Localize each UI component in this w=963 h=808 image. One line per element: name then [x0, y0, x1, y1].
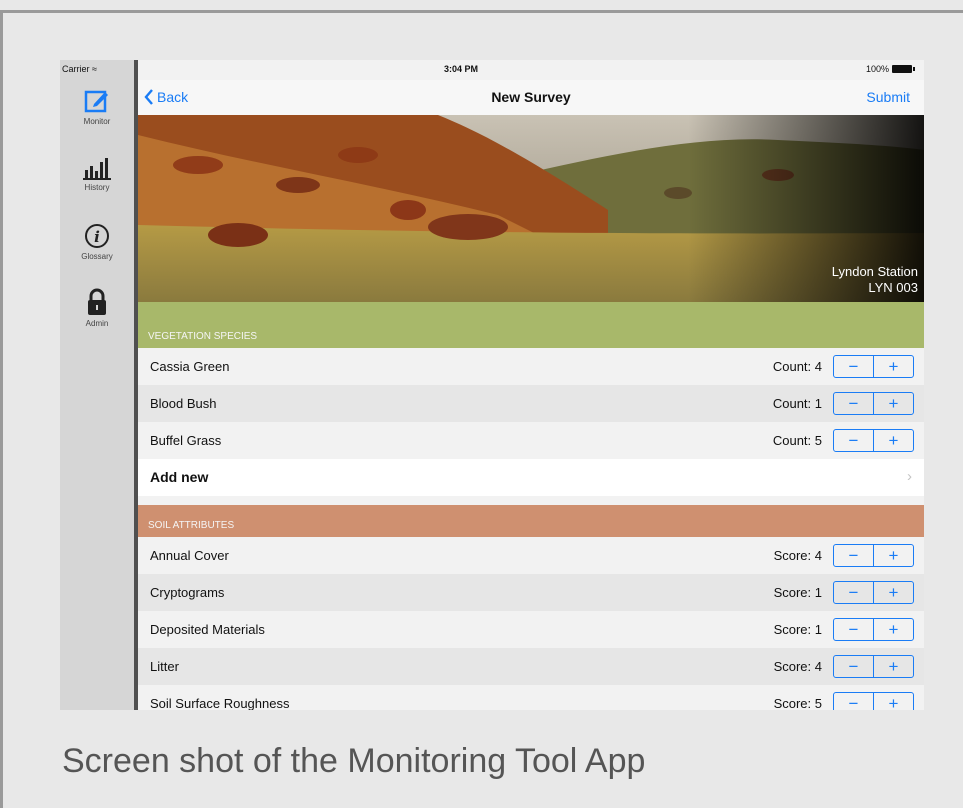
tab-glossary[interactable]: i Glossary: [60, 223, 134, 261]
increment-button[interactable]: +: [873, 545, 913, 566]
tab-history-label: History: [84, 183, 110, 192]
species-count: Count: 5: [772, 433, 822, 448]
station-caption: Lyndon Station LYN 003: [832, 264, 918, 296]
station-name: Lyndon Station: [831, 264, 918, 279]
count-stepper: − +: [833, 429, 914, 452]
add-new-label: Add new: [150, 469, 209, 485]
increment-button[interactable]: +: [873, 430, 913, 451]
chevron-right-icon: ›: [907, 468, 912, 485]
score-stepper: − +: [833, 692, 914, 710]
svg-text:i: i: [94, 228, 100, 246]
tab-sidebar: Monitor History i Glossary Admin: [60, 60, 134, 710]
tab-admin[interactable]: Admin: [60, 288, 134, 328]
increment-button[interactable]: +: [873, 582, 913, 603]
landscape-illustration: [138, 115, 924, 302]
add-new-row[interactable]: Add new ›: [138, 459, 924, 496]
increment-button[interactable]: +: [873, 356, 913, 377]
attribute-name: Deposited Materials: [150, 622, 265, 637]
decrement-button[interactable]: −: [834, 582, 873, 603]
attribute-name: Soil Surface Roughness: [150, 696, 290, 710]
lock-icon: [88, 288, 106, 315]
submit-button[interactable]: Submit: [866, 89, 910, 105]
decrement-button[interactable]: −: [834, 393, 873, 414]
battery-indicator: 100%: [865, 64, 915, 74]
edit-icon: [84, 90, 108, 113]
page-title: New Survey: [491, 89, 571, 105]
attribute-score: Score: 5: [773, 696, 822, 710]
decrement-button[interactable]: −: [834, 656, 873, 677]
score-stepper: − +: [833, 618, 914, 641]
soil-row: Annual Cover Score: 4 − +: [138, 537, 924, 574]
navigation-bar: Back New Survey Submit: [138, 80, 924, 115]
info-icon: i: [85, 224, 109, 248]
decrement-button[interactable]: −: [834, 619, 873, 640]
vegetation-row: Cassia Green Count: 4 − +: [138, 348, 924, 385]
tab-monitor-label: Monitor: [83, 117, 111, 126]
score-stepper: − +: [833, 544, 914, 567]
battery-icon: [892, 65, 915, 73]
soil-row: Litter Score: 4 − +: [138, 648, 924, 685]
landscape-photo: Lyndon Station LYN 003: [138, 115, 924, 302]
battery-percent: 100%: [865, 64, 889, 74]
species-name: Blood Bush: [150, 396, 217, 411]
soil-row: Soil Surface Roughness Score: 5 − +: [138, 685, 924, 710]
tab-admin-label: Admin: [85, 319, 109, 328]
app-screenshot: Monitor History i Glossary Admin Carrier…: [60, 60, 924, 710]
species-name: Buffel Grass: [150, 433, 222, 448]
species-count: Count: 4: [772, 359, 822, 374]
decrement-button[interactable]: −: [834, 356, 873, 377]
species-name: Cassia Green: [150, 359, 230, 374]
status-time: 3:04 PM: [444, 64, 479, 74]
attribute-name: Litter: [150, 659, 179, 674]
vegetation-row: Blood Bush Count: 1 − +: [138, 385, 924, 422]
increment-button[interactable]: +: [873, 619, 913, 640]
decrement-button[interactable]: −: [834, 545, 873, 566]
carrier-label: Carrier ≈: [62, 64, 97, 74]
count-stepper: − +: [833, 392, 914, 415]
score-stepper: − +: [833, 655, 914, 678]
frame-left-border: [0, 10, 3, 808]
attribute-score: Score: 4: [773, 659, 822, 674]
increment-button[interactable]: +: [873, 693, 913, 710]
vegetation-row: Buffel Grass Count: 5 − +: [138, 422, 924, 459]
soil-row: Cryptograms Score: 1 − +: [138, 574, 924, 611]
attribute-name: Annual Cover: [150, 548, 229, 563]
frame-top-border: [0, 10, 963, 13]
tab-history[interactable]: History: [60, 156, 134, 192]
figure-caption: Screen shot of the Monitoring Tool App: [62, 742, 646, 780]
bar-chart-icon: [83, 158, 111, 180]
vegetation-section-header: VEGETATION SPECIES: [138, 302, 924, 348]
vegetation-header-label: VEGETATION SPECIES: [148, 331, 258, 342]
soil-header-label: SOIL ATTRIBUTES: [148, 520, 235, 531]
species-count: Count: 1: [772, 396, 822, 411]
increment-button[interactable]: +: [873, 393, 913, 414]
soil-section-header: SOIL ATTRIBUTES: [138, 505, 924, 537]
decrement-button[interactable]: −: [834, 430, 873, 451]
soil-row: Deposited Materials Score: 1 − +: [138, 611, 924, 648]
station-code: LYN 003: [868, 280, 918, 295]
tab-monitor[interactable]: Monitor: [60, 88, 134, 126]
attribute-name: Cryptograms: [150, 585, 225, 600]
wifi-icon: ≈: [92, 64, 97, 74]
status-bar: Carrier ≈ 3:04 PM 100%: [60, 60, 924, 80]
attribute-score: Score: 4: [773, 548, 822, 563]
count-stepper: − +: [833, 355, 914, 378]
score-stepper: − +: [833, 581, 914, 604]
tab-glossary-label: Glossary: [81, 252, 113, 261]
decrement-button[interactable]: −: [834, 693, 873, 711]
attribute-score: Score: 1: [773, 622, 822, 637]
attribute-score: Score: 1: [773, 585, 822, 600]
increment-button[interactable]: +: [873, 656, 913, 677]
